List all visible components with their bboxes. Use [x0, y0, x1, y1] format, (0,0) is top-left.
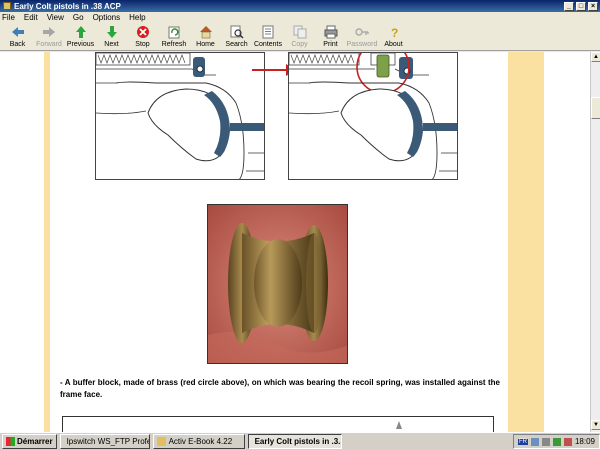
home-button[interactable]: Home	[190, 23, 221, 51]
copy-icon	[293, 25, 306, 39]
home-icon	[199, 26, 212, 39]
about-label: About	[384, 41, 403, 48]
task-ftp[interactable]: Ipswitch WS_FTP Profes...	[59, 434, 150, 449]
buffer-block-photo	[207, 204, 348, 364]
refresh-icon	[168, 26, 180, 39]
previous-label: Previous	[66, 41, 95, 48]
windows-flag-icon	[6, 437, 15, 446]
task-ebook-label: Activ E-Book 4.22	[168, 437, 233, 446]
menu-help[interactable]: Help	[129, 13, 145, 22]
maximize-button[interactable]: □	[576, 1, 586, 11]
volume-icon[interactable]	[541, 437, 550, 446]
right-page-band	[508, 52, 544, 432]
network-icon[interactable]	[530, 437, 539, 446]
down-arrow-icon	[106, 26, 117, 38]
frame-diagram-buffer	[288, 52, 458, 180]
search-button[interactable]: Search	[221, 23, 252, 51]
folder-icon	[156, 437, 166, 446]
svg-text:?: ?	[391, 26, 398, 39]
start-button[interactable]: Démarrer	[2, 434, 57, 449]
buffer-caption: - A buffer block, made of brass (red cir…	[60, 378, 500, 399]
contents-button[interactable]: Contents	[252, 23, 284, 51]
task-ftp-label: Ipswitch WS_FTP Profes...	[66, 437, 149, 446]
forward-label: Forward	[36, 41, 62, 48]
help-icon: ?	[391, 26, 398, 39]
back-label: Back	[9, 41, 26, 48]
key-icon	[355, 28, 369, 36]
taskbar: Démarrer Ipswitch WS_FTP Profes... Activ…	[0, 432, 600, 450]
ebook-window: Early Colt pistols in .38 ACP _ □ × File…	[0, 0, 600, 450]
language-indicator[interactable]: FR	[517, 438, 528, 445]
frame-diagram-before	[95, 52, 265, 180]
toolbar: Back Forward Previous Next Stop Refresh …	[0, 23, 600, 51]
task-colt-label: Early Colt pistols in .3...	[254, 437, 342, 446]
next-diagram-frame	[62, 416, 494, 432]
menu-options[interactable]: Options	[93, 13, 121, 22]
password-button[interactable]: Password	[346, 23, 378, 51]
window-title: Early Colt pistols in .38 ACP	[14, 1, 121, 11]
refresh-button[interactable]: Refresh	[158, 23, 190, 51]
password-label: Password	[346, 41, 378, 48]
title-bar: Early Colt pistols in .38 ACP _ □ ×	[0, 0, 600, 12]
back-button[interactable]: Back	[2, 23, 33, 51]
scroll-down-button[interactable]: ▼	[591, 420, 600, 430]
left-page-band	[44, 52, 50, 432]
print-label: Print	[323, 41, 338, 48]
app-icon	[3, 2, 11, 10]
stop-label: Stop	[135, 41, 150, 48]
up-arrow-icon	[75, 26, 86, 38]
menu-edit[interactable]: Edit	[24, 13, 38, 22]
system-tray: FR 18:09	[512, 434, 600, 449]
menu-file[interactable]: File	[2, 13, 15, 22]
home-label: Home	[196, 41, 215, 48]
menu-go[interactable]: Go	[73, 13, 84, 22]
contents-icon	[262, 25, 274, 39]
document-viewport[interactable]: - A buffer block, made of brass (red cir…	[0, 52, 590, 432]
print-button[interactable]: Print	[315, 23, 346, 51]
stop-icon	[136, 26, 149, 38]
stop-button[interactable]: Stop	[127, 23, 158, 51]
copy-button[interactable]: Copy	[284, 23, 315, 51]
refresh-label: Refresh	[161, 41, 187, 48]
task-ebook[interactable]: Activ E-Book 4.22	[152, 434, 245, 449]
search-label: Search	[225, 41, 248, 48]
forward-arrow-icon	[43, 27, 55, 37]
shield-icon[interactable]	[552, 437, 561, 446]
next-label: Next	[104, 41, 119, 48]
next-button[interactable]: Next	[96, 23, 127, 51]
print-icon	[324, 25, 337, 39]
clock: 18:09	[574, 437, 595, 446]
scroll-thumb[interactable]	[591, 97, 600, 119]
previous-button[interactable]: Previous	[65, 23, 96, 51]
scroll-up-button[interactable]: ▲	[591, 52, 600, 62]
contents-label: Contents	[253, 41, 283, 48]
search-icon	[230, 25, 244, 39]
close-button[interactable]: ×	[588, 1, 598, 11]
about-button[interactable]: ? About	[378, 23, 409, 51]
copy-label: Copy	[291, 41, 308, 48]
back-arrow-icon	[11, 27, 24, 37]
task-colt[interactable]: Early Colt pistols in .3...	[247, 434, 342, 449]
minimize-button[interactable]: _	[564, 1, 574, 11]
menu-view[interactable]: View	[47, 13, 64, 22]
start-label: Démarrer	[17, 437, 53, 446]
vertical-scrollbar[interactable]: ▲ ▼	[590, 52, 600, 432]
menu-bar: File Edit View Go Options Help	[0, 12, 600, 23]
antivirus-icon[interactable]	[563, 437, 572, 446]
forward-button[interactable]: Forward	[33, 23, 65, 51]
